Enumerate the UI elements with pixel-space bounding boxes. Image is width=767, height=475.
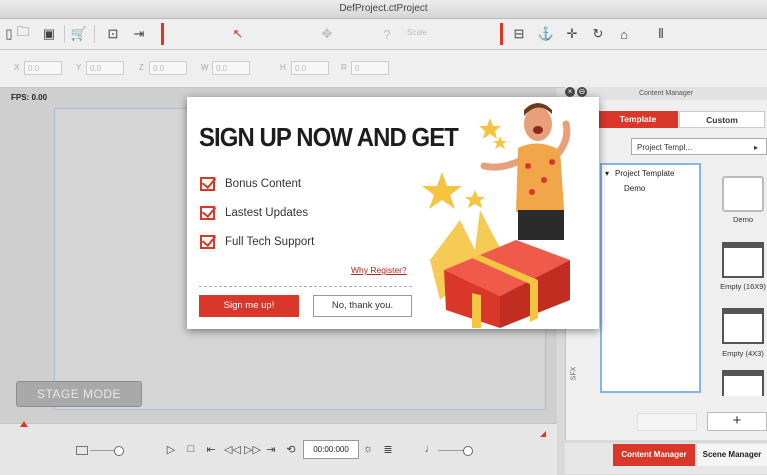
settings-icon[interactable]: ☼ — [361, 443, 375, 455]
save-icon[interactable]: ▣ — [40, 25, 58, 43]
loop-icon[interactable]: ⟲ — [284, 443, 298, 456]
h-field[interactable]: 0.0 — [291, 61, 329, 75]
sfx-label: SFX — [570, 366, 578, 381]
chevron-right-icon: ▸ — [753, 143, 758, 152]
tree-item-demo[interactable]: Demo — [624, 184, 645, 193]
checkbox-icon — [200, 206, 215, 220]
step-forward-icon[interactable]: ▷▷ — [244, 443, 261, 456]
z-field[interactable]: 0.0 — [149, 61, 187, 75]
tree-expand-icon[interactable]: ▾ — [605, 169, 609, 178]
benefit-item: Full Tech Support — [225, 236, 315, 248]
help-icon[interactable]: ? — [378, 25, 396, 43]
template-path-dropdown[interactable]: Project Templ... ▸ — [631, 138, 767, 155]
star-icon — [422, 118, 507, 209]
camera-icon[interactable]: ⊟ — [510, 25, 528, 43]
why-register-link[interactable]: Why Register? — [351, 265, 407, 275]
scale-label: Scale — [407, 28, 428, 37]
timeline-end-marker[interactable] — [540, 431, 546, 437]
tab-scene-manager[interactable]: Scene Manager — [697, 444, 767, 466]
move-cross-icon[interactable]: ✛ — [563, 25, 581, 43]
music-note-icon[interactable]: ♩ — [423, 443, 437, 455]
r-field[interactable]: 0 — [351, 61, 389, 75]
anchor-icon[interactable]: ⚓ — [537, 25, 555, 43]
stop-icon[interactable]: □ — [184, 443, 198, 455]
rotate-icon[interactable]: ↻ — [589, 25, 607, 43]
y-field[interactable]: 0.0 — [86, 61, 124, 75]
template-thumbnail[interactable] — [722, 308, 764, 344]
music-slider-knob[interactable] — [463, 446, 473, 456]
go-start-icon[interactable]: ⇤ — [204, 443, 218, 456]
thumbnail-label: Demo — [732, 215, 753, 224]
tab-content-manager[interactable]: Content Manager — [613, 444, 695, 466]
add-button[interactable]: + — [707, 412, 767, 431]
toolbar-accent-bar — [500, 23, 503, 45]
dialog-divider — [199, 286, 412, 287]
toolbar-divider — [64, 25, 65, 43]
open-folder-icon[interactable]: 🗀 — [14, 24, 32, 43]
folder-thumbnail[interactable] — [722, 176, 764, 212]
toolbar-accent-bar — [161, 23, 164, 45]
toolbar-divider — [94, 25, 95, 43]
timecode-field[interactable]: 00:00:000 — [303, 440, 359, 459]
x-label: X — [14, 63, 20, 72]
main-toolbar: ▯ 🗀 ▣ 🛒 ⊡ ⇥ ↖ ✥ ? Scale ⊟ ⚓ ✛ ↻ ⌂ ⦀ — [0, 19, 767, 50]
template-thumbnail[interactable] — [722, 242, 764, 278]
export-icon[interactable]: ⇥ — [130, 25, 148, 43]
h-label: H — [280, 63, 286, 72]
w-field[interactable]: 0.0 — [212, 61, 250, 75]
r-label: R — [341, 63, 347, 72]
template-path-value: Project Templ... — [637, 143, 692, 152]
y-label: Y — [76, 63, 82, 72]
move-icon[interactable]: ✥ — [318, 25, 336, 43]
close-icon[interactable]: × — [565, 87, 575, 97]
no-thank-you-button[interactable]: No, thank you. — [313, 295, 412, 317]
sign-me-up-button[interactable]: Sign me up! — [199, 295, 299, 317]
benefit-item: Lastest Updates — [225, 207, 309, 219]
window-title-bar: DefProject.ctProject — [0, 0, 767, 19]
transform-bar: X 0.0 Y 0.0 Z 0.0 W 0.0 H 0.0 R 0 — [0, 50, 767, 88]
template-thumbnail[interactable] — [722, 370, 764, 396]
tab-custom[interactable]: Custom — [679, 111, 765, 128]
select-arrow-icon[interactable]: ↖ — [229, 25, 247, 43]
download-button[interactable] — [637, 413, 697, 431]
gift-character-illustration — [422, 103, 571, 328]
home-icon[interactable]: ⌂ — [615, 25, 633, 43]
minimize-icon[interactable]: ⊖ — [577, 87, 587, 97]
checkbox-icon — [200, 177, 215, 191]
stage-mode-button[interactable]: STAGE MODE — [16, 381, 142, 407]
cart-icon[interactable]: 🛒 — [70, 25, 88, 43]
list-icon[interactable]: ≣ — [381, 443, 395, 456]
tree-item-project-template[interactable]: Project Template — [615, 169, 674, 178]
preview-icon[interactable]: ⊡ — [104, 25, 122, 43]
thumbnail-label: Empty (4X3) — [722, 349, 764, 358]
x-field[interactable]: 0.0 — [24, 61, 62, 75]
go-end-icon[interactable]: ⇥ — [264, 443, 278, 456]
window-title: DefProject.ctProject — [339, 3, 428, 14]
checkbox-icon — [200, 235, 215, 249]
align-icon[interactable]: ⦀ — [652, 25, 670, 43]
caption-icon[interactable] — [76, 446, 88, 455]
template-tree[interactable] — [600, 163, 701, 393]
w-label: W — [201, 63, 209, 72]
timeline-start-marker[interactable] — [20, 421, 28, 427]
thumbnail-label: Empty (16X9) — [720, 282, 766, 291]
volume-slider-knob[interactable] — [114, 446, 124, 456]
fps-readout: FPS: 0.00 — [11, 93, 48, 102]
z-label: Z — [139, 63, 144, 72]
play-icon[interactable]: ▷ — [164, 443, 178, 456]
step-back-icon[interactable]: ◁◁ — [224, 443, 241, 456]
tab-template[interactable]: Template — [598, 111, 678, 128]
benefit-item: Bonus Content — [225, 178, 302, 190]
